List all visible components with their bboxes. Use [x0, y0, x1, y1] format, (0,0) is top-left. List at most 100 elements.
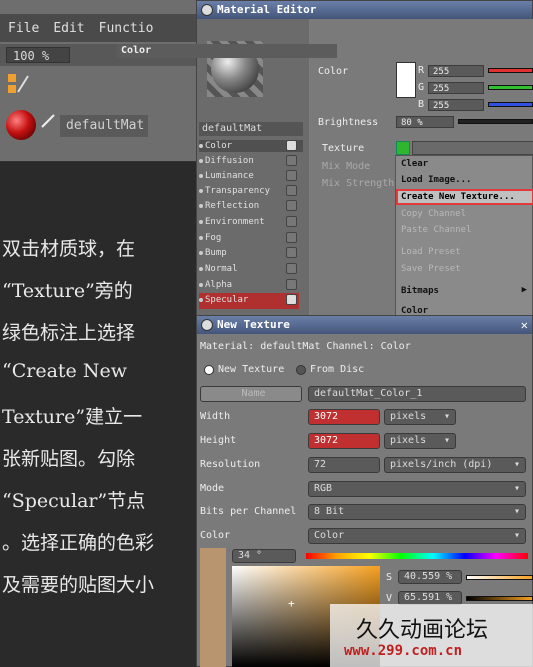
channel-diffusion[interactable]: Diffusion [199, 154, 299, 168]
menu-item-paste-channel[interactable]: Paste Channel [396, 222, 533, 238]
r-slider[interactable] [488, 68, 533, 73]
g-label: G [418, 82, 425, 93]
menu-item-bitmaps[interactable]: Bitmaps [396, 283, 533, 299]
menu-bar: File Edit Functio [0, 14, 200, 42]
s-slider[interactable] [466, 575, 533, 580]
color-mode-dropdown[interactable]: Color [308, 528, 526, 544]
checkbox[interactable] [286, 170, 297, 181]
hue-field[interactable]: 34 ° [232, 549, 296, 563]
b-slider[interactable] [488, 102, 533, 107]
checkbox-checked[interactable] [286, 140, 297, 151]
v-field[interactable]: 65.591 % [398, 591, 462, 605]
menu-item-copy-channel[interactable]: Copy Channel [396, 206, 533, 222]
material-name-label[interactable]: defaultMat [60, 115, 148, 137]
app-icon [201, 4, 213, 16]
close-icon[interactable]: ✕ [521, 316, 528, 334]
radio-new-texture[interactable] [204, 365, 214, 375]
section-header: Color [117, 44, 337, 58]
checkbox[interactable] [286, 185, 297, 196]
menu-edit[interactable]: Edit [53, 21, 84, 36]
checkbox[interactable] [286, 247, 297, 258]
channel-fog[interactable]: Fog [199, 231, 299, 245]
texture-menu-button[interactable] [396, 141, 410, 155]
tutorial-line: “Texture”旁的 [2, 280, 133, 302]
channel-color[interactable]: Color [199, 139, 299, 153]
channel-alpha[interactable]: Alpha [199, 278, 299, 292]
zoom-field[interactable]: 100 % [6, 47, 70, 63]
bpc-label: Bits per Channel [200, 506, 297, 517]
resolution-label: Resolution [200, 459, 261, 470]
dialog-info: Material: defaultMat Channel: Color [200, 341, 411, 352]
color-swatch[interactable] [396, 62, 416, 98]
material-thumbnail[interactable] [6, 110, 36, 140]
checkbox[interactable] [286, 216, 297, 227]
channel-specular[interactable]: Specular [199, 293, 299, 309]
bullet-icon [199, 144, 203, 148]
mix-mode-label: Mix Mode [322, 161, 371, 172]
checkbox[interactable] [286, 200, 297, 211]
bullet-icon [199, 174, 203, 178]
height-label: Height [200, 435, 237, 446]
resolution-unit-dropdown[interactable]: pixels/inch (dpi) [384, 457, 526, 473]
channel-reflection[interactable]: Reflection [199, 199, 299, 213]
channel-bump[interactable]: Bump [199, 246, 299, 260]
bpc-dropdown[interactable]: 8 Bit [308, 504, 526, 520]
tools-icon[interactable] [6, 72, 30, 96]
dialog-title: New Texture [217, 318, 290, 331]
checkbox-checked[interactable] [286, 294, 297, 305]
bullet-icon [199, 220, 203, 224]
tutorial-line: 双击材质球，在 [2, 238, 136, 260]
channel-environment[interactable]: Environment [199, 215, 299, 229]
menu-item-create-new-texture[interactable]: Create New Texture... [396, 189, 533, 205]
color-mode-label: Color [200, 530, 231, 541]
name-button[interactable]: Name [200, 386, 302, 402]
s-field[interactable]: 40.559 % [398, 570, 462, 584]
texture-context-menu: Clear Load Image... Create New Texture..… [395, 155, 533, 320]
r-value-field[interactable]: 255 [428, 65, 484, 77]
texture-field[interactable] [412, 141, 533, 155]
material-name-field[interactable]: defaultMat [199, 122, 303, 136]
b-value-field[interactable]: 255 [428, 99, 484, 111]
checkbox[interactable] [286, 232, 297, 243]
bullet-icon [199, 283, 203, 287]
height-field[interactable]: 3072 [308, 433, 380, 449]
hue-slider[interactable] [306, 553, 528, 559]
menu-item-clear[interactable]: Clear [396, 156, 533, 172]
height-unit-dropdown[interactable]: pixels [384, 433, 456, 449]
g-value-field[interactable]: 255 [428, 82, 484, 94]
submenu-arrow-icon: ▶ [521, 285, 527, 295]
width-field[interactable]: 3072 [308, 409, 380, 425]
g-slider[interactable] [488, 85, 533, 90]
brightness-slider[interactable] [458, 119, 533, 124]
watermark-url: www.299.com.cn [344, 643, 463, 659]
radio-from-disc[interactable] [296, 365, 306, 375]
brightness-field[interactable]: 80 % [396, 116, 454, 128]
menu-item-save-preset[interactable]: Save Preset [396, 261, 533, 277]
tutorial-line: “Create New [2, 360, 127, 382]
b-label: B [418, 99, 425, 110]
checkbox[interactable] [286, 263, 297, 274]
menu-file[interactable]: File [8, 21, 39, 36]
tutorial-line: 张新贴图。勾除 [2, 448, 136, 470]
channel-normal[interactable]: Normal [199, 262, 299, 276]
bullet-icon [199, 204, 203, 208]
checkbox[interactable] [286, 279, 297, 290]
menu-function[interactable]: Functio [99, 21, 154, 36]
radio-from-disc-label: From Disc [310, 364, 365, 375]
width-label: Width [200, 411, 231, 422]
menu-item-load-image[interactable]: Load Image... [396, 172, 533, 188]
resolution-field[interactable]: 72 [308, 457, 380, 473]
new-texture-titlebar[interactable]: New Texture ✕ [197, 316, 532, 334]
mix-strength-label: Mix Strength [322, 178, 395, 189]
mode-dropdown[interactable]: RGB [308, 481, 526, 497]
v-slider[interactable] [466, 596, 533, 601]
menu-item-load-preset[interactable]: Load Preset [396, 244, 533, 260]
channel-luminance[interactable]: Luminance [199, 169, 299, 183]
material-editor-titlebar[interactable]: Material Editor [197, 1, 532, 19]
channel-list-panel: defaultMat Color Diffusion Luminance Tra… [197, 19, 309, 319]
width-unit-dropdown[interactable]: pixels [384, 409, 456, 425]
color-label: Color [318, 66, 349, 77]
texture-name-field[interactable]: defaultMat_Color_1 [308, 386, 526, 402]
channel-transparency[interactable]: Transparency [199, 184, 299, 198]
checkbox[interactable] [286, 155, 297, 166]
